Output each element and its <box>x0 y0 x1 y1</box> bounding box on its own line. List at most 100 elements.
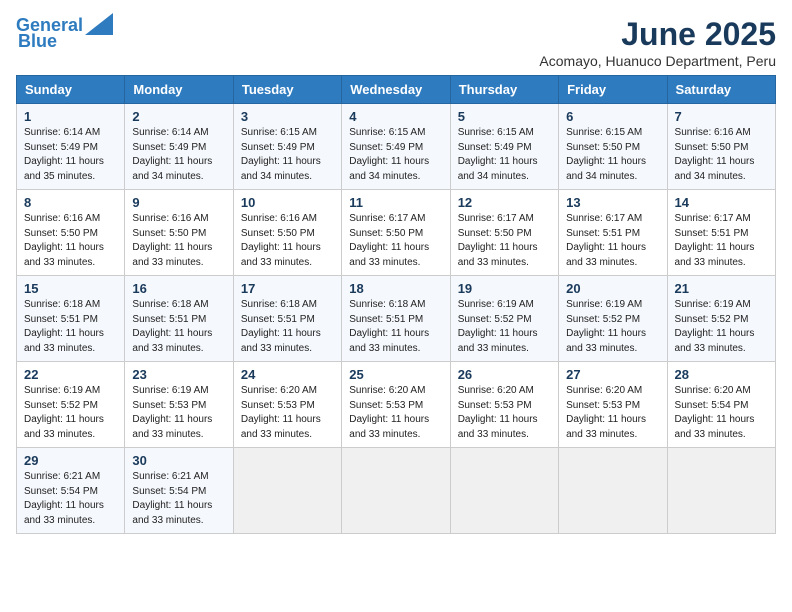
day-info: Sunrise: 6:15 AMSunset: 5:50 PMDaylight:… <box>566 127 646 182</box>
column-header-tuesday: Tuesday <box>233 76 341 104</box>
calendar-cell: 5 Sunrise: 6:15 AMSunset: 5:49 PMDayligh… <box>450 104 558 190</box>
calendar-cell: 13 Sunrise: 6:17 AMSunset: 5:51 PMDaylig… <box>559 190 667 276</box>
day-number: 21 <box>675 281 768 296</box>
day-info: Sunrise: 6:19 AMSunset: 5:53 PMDaylight:… <box>132 385 212 440</box>
logo-blue: Blue <box>18 32 57 52</box>
day-info: Sunrise: 6:19 AMSunset: 5:52 PMDaylight:… <box>458 299 538 354</box>
day-number: 7 <box>675 109 768 124</box>
day-number: 15 <box>24 281 117 296</box>
day-number: 18 <box>349 281 442 296</box>
day-info: Sunrise: 6:19 AMSunset: 5:52 PMDaylight:… <box>24 385 104 440</box>
column-header-thursday: Thursday <box>450 76 558 104</box>
column-header-monday: Monday <box>125 76 233 104</box>
calendar-cell: 1 Sunrise: 6:14 AMSunset: 5:49 PMDayligh… <box>17 104 125 190</box>
calendar-cell: 20 Sunrise: 6:19 AMSunset: 5:52 PMDaylig… <box>559 276 667 362</box>
page-header: General Blue June 2025 Acomayo, Huanuco … <box>16 16 776 69</box>
day-number: 12 <box>458 195 551 210</box>
column-header-sunday: Sunday <box>17 76 125 104</box>
day-number: 28 <box>675 367 768 382</box>
day-number: 9 <box>132 195 225 210</box>
calendar-cell: 24 Sunrise: 6:20 AMSunset: 5:53 PMDaylig… <box>233 362 341 448</box>
calendar-cell <box>450 448 558 534</box>
calendar-cell: 11 Sunrise: 6:17 AMSunset: 5:50 PMDaylig… <box>342 190 450 276</box>
day-info: Sunrise: 6:18 AMSunset: 5:51 PMDaylight:… <box>132 299 212 354</box>
day-number: 17 <box>241 281 334 296</box>
day-info: Sunrise: 6:14 AMSunset: 5:49 PMDaylight:… <box>132 127 212 182</box>
day-number: 29 <box>24 453 117 468</box>
calendar-cell: 26 Sunrise: 6:20 AMSunset: 5:53 PMDaylig… <box>450 362 558 448</box>
day-number: 24 <box>241 367 334 382</box>
column-header-friday: Friday <box>559 76 667 104</box>
calendar-cell: 2 Sunrise: 6:14 AMSunset: 5:49 PMDayligh… <box>125 104 233 190</box>
calendar-cell: 7 Sunrise: 6:16 AMSunset: 5:50 PMDayligh… <box>667 104 775 190</box>
day-info: Sunrise: 6:21 AMSunset: 5:54 PMDaylight:… <box>24 471 104 526</box>
calendar-cell <box>667 448 775 534</box>
day-info: Sunrise: 6:18 AMSunset: 5:51 PMDaylight:… <box>24 299 104 354</box>
day-info: Sunrise: 6:20 AMSunset: 5:53 PMDaylight:… <box>349 385 429 440</box>
calendar-table: SundayMondayTuesdayWednesdayThursdayFrid… <box>16 75 776 534</box>
day-number: 11 <box>349 195 442 210</box>
day-number: 19 <box>458 281 551 296</box>
day-info: Sunrise: 6:15 AMSunset: 5:49 PMDaylight:… <box>349 127 429 182</box>
day-number: 4 <box>349 109 442 124</box>
calendar-cell: 29 Sunrise: 6:21 AMSunset: 5:54 PMDaylig… <box>17 448 125 534</box>
day-info: Sunrise: 6:15 AMSunset: 5:49 PMDaylight:… <box>241 127 321 182</box>
day-info: Sunrise: 6:20 AMSunset: 5:53 PMDaylight:… <box>241 385 321 440</box>
calendar-cell: 16 Sunrise: 6:18 AMSunset: 5:51 PMDaylig… <box>125 276 233 362</box>
day-info: Sunrise: 6:17 AMSunset: 5:51 PMDaylight:… <box>566 213 646 268</box>
day-info: Sunrise: 6:20 AMSunset: 5:53 PMDaylight:… <box>566 385 646 440</box>
calendar-cell: 23 Sunrise: 6:19 AMSunset: 5:53 PMDaylig… <box>125 362 233 448</box>
calendar-cell <box>233 448 341 534</box>
day-number: 25 <box>349 367 442 382</box>
day-number: 5 <box>458 109 551 124</box>
day-info: Sunrise: 6:17 AMSunset: 5:50 PMDaylight:… <box>349 213 429 268</box>
day-number: 30 <box>132 453 225 468</box>
day-info: Sunrise: 6:19 AMSunset: 5:52 PMDaylight:… <box>675 299 755 354</box>
calendar-cell: 6 Sunrise: 6:15 AMSunset: 5:50 PMDayligh… <box>559 104 667 190</box>
day-number: 1 <box>24 109 117 124</box>
column-header-saturday: Saturday <box>667 76 775 104</box>
calendar-header-row: SundayMondayTuesdayWednesdayThursdayFrid… <box>17 76 776 104</box>
calendar-cell: 3 Sunrise: 6:15 AMSunset: 5:49 PMDayligh… <box>233 104 341 190</box>
calendar-cell: 15 Sunrise: 6:18 AMSunset: 5:51 PMDaylig… <box>17 276 125 362</box>
day-info: Sunrise: 6:20 AMSunset: 5:54 PMDaylight:… <box>675 385 755 440</box>
calendar-cell: 22 Sunrise: 6:19 AMSunset: 5:52 PMDaylig… <box>17 362 125 448</box>
logo-icon <box>85 13 113 35</box>
day-number: 20 <box>566 281 659 296</box>
day-number: 6 <box>566 109 659 124</box>
day-info: Sunrise: 6:17 AMSunset: 5:50 PMDaylight:… <box>458 213 538 268</box>
title-block: June 2025 Acomayo, Huanuco Department, P… <box>539 16 776 69</box>
calendar-cell: 12 Sunrise: 6:17 AMSunset: 5:50 PMDaylig… <box>450 190 558 276</box>
calendar-week-row: 29 Sunrise: 6:21 AMSunset: 5:54 PMDaylig… <box>17 448 776 534</box>
day-info: Sunrise: 6:16 AMSunset: 5:50 PMDaylight:… <box>24 213 104 268</box>
calendar-cell <box>342 448 450 534</box>
day-info: Sunrise: 6:16 AMSunset: 5:50 PMDaylight:… <box>241 213 321 268</box>
calendar-week-row: 15 Sunrise: 6:18 AMSunset: 5:51 PMDaylig… <box>17 276 776 362</box>
calendar-cell: 28 Sunrise: 6:20 AMSunset: 5:54 PMDaylig… <box>667 362 775 448</box>
day-number: 3 <box>241 109 334 124</box>
calendar-cell <box>559 448 667 534</box>
day-info: Sunrise: 6:20 AMSunset: 5:53 PMDaylight:… <box>458 385 538 440</box>
day-number: 2 <box>132 109 225 124</box>
calendar-cell: 4 Sunrise: 6:15 AMSunset: 5:49 PMDayligh… <box>342 104 450 190</box>
calendar-cell: 25 Sunrise: 6:20 AMSunset: 5:53 PMDaylig… <box>342 362 450 448</box>
column-header-wednesday: Wednesday <box>342 76 450 104</box>
calendar-week-row: 22 Sunrise: 6:19 AMSunset: 5:52 PMDaylig… <box>17 362 776 448</box>
calendar-cell: 17 Sunrise: 6:18 AMSunset: 5:51 PMDaylig… <box>233 276 341 362</box>
day-number: 27 <box>566 367 659 382</box>
day-number: 23 <box>132 367 225 382</box>
day-number: 16 <box>132 281 225 296</box>
calendar-week-row: 8 Sunrise: 6:16 AMSunset: 5:50 PMDayligh… <box>17 190 776 276</box>
day-number: 13 <box>566 195 659 210</box>
day-number: 22 <box>24 367 117 382</box>
calendar-cell: 21 Sunrise: 6:19 AMSunset: 5:52 PMDaylig… <box>667 276 775 362</box>
calendar-cell: 10 Sunrise: 6:16 AMSunset: 5:50 PMDaylig… <box>233 190 341 276</box>
day-info: Sunrise: 6:14 AMSunset: 5:49 PMDaylight:… <box>24 127 104 182</box>
calendar-cell: 18 Sunrise: 6:18 AMSunset: 5:51 PMDaylig… <box>342 276 450 362</box>
day-number: 26 <box>458 367 551 382</box>
logo: General Blue <box>16 16 113 52</box>
location: Acomayo, Huanuco Department, Peru <box>539 53 776 69</box>
day-number: 14 <box>675 195 768 210</box>
day-info: Sunrise: 6:18 AMSunset: 5:51 PMDaylight:… <box>349 299 429 354</box>
day-info: Sunrise: 6:16 AMSunset: 5:50 PMDaylight:… <box>675 127 755 182</box>
